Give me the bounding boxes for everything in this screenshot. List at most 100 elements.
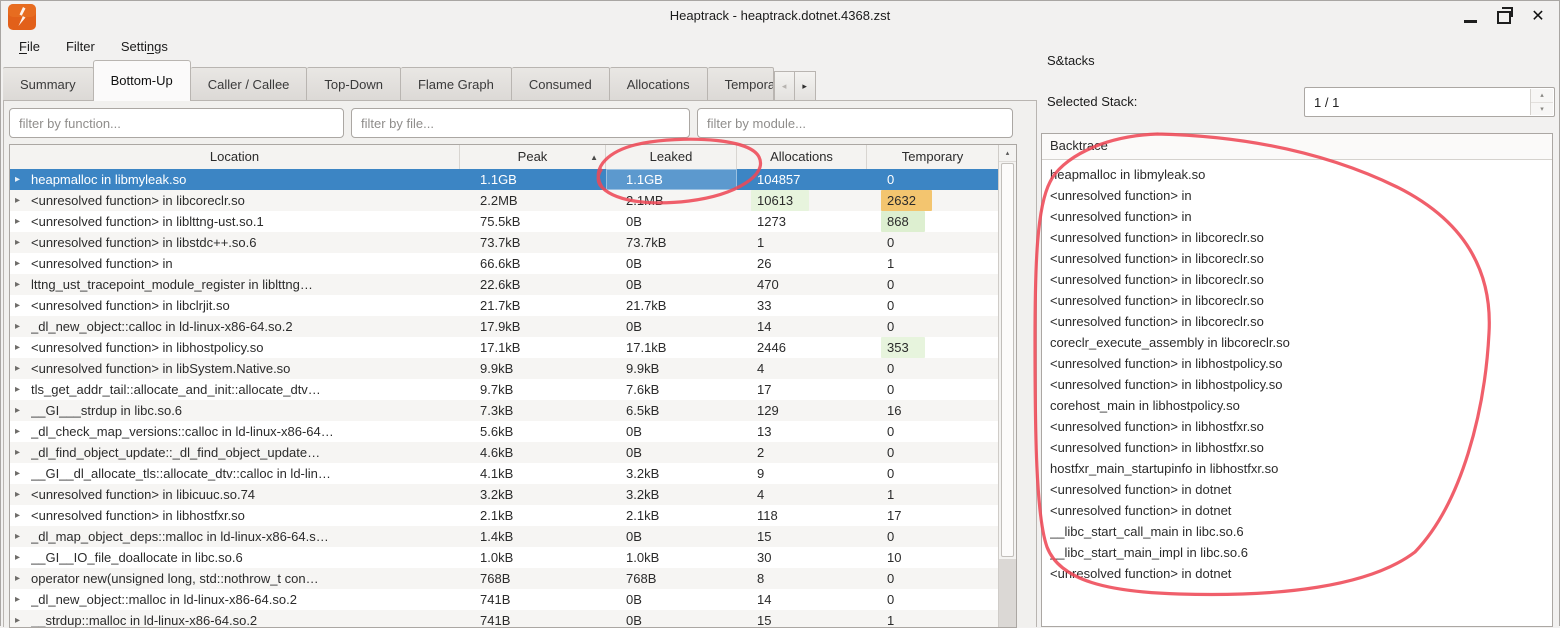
table-row[interactable]: ▸_dl_new_object::calloc in ld-linux-x86-… bbox=[10, 316, 998, 337]
table-row[interactable]: ▸lttng_ust_tracepoint_module_register in… bbox=[10, 274, 998, 295]
expand-arrow-icon[interactable]: ▸ bbox=[15, 253, 24, 274]
menu-item[interactable]: Filter bbox=[56, 37, 105, 56]
tab-scroll-right-button[interactable]: ▸ bbox=[795, 71, 816, 101]
tab-scroll-left-button[interactable]: ◂ bbox=[774, 71, 795, 101]
backtrace-line[interactable]: <unresolved function> in libhostpolicy.s… bbox=[1050, 374, 1552, 395]
backtrace-line[interactable]: <unresolved function> in dotnet bbox=[1050, 563, 1552, 584]
expand-arrow-icon[interactable]: ▸ bbox=[15, 379, 24, 400]
expand-arrow-icon[interactable]: ▸ bbox=[15, 463, 24, 484]
expand-arrow-icon[interactable]: ▸ bbox=[15, 484, 24, 505]
backtrace-line[interactable]: heapmalloc in libmyleak.so bbox=[1050, 164, 1552, 185]
expand-arrow-icon[interactable]: ▸ bbox=[15, 526, 24, 547]
table-row[interactable]: ▸_dl_check_map_versions::calloc in ld-li… bbox=[10, 421, 998, 442]
backtrace-line[interactable]: <unresolved function> in libcoreclr.so bbox=[1050, 311, 1552, 332]
tab[interactable]: Flame Graph bbox=[401, 67, 512, 101]
column-header-location[interactable]: Location bbox=[10, 145, 460, 169]
backtrace-line[interactable]: <unresolved function> in libcoreclr.so bbox=[1050, 290, 1552, 311]
tab[interactable]: Caller / Callee bbox=[191, 67, 308, 101]
column-header-peak[interactable]: Peak▲ bbox=[460, 145, 606, 169]
scroll-up-button[interactable]: ▴ bbox=[999, 145, 1016, 162]
table-row[interactable]: ▸_dl_map_object_deps::malloc in ld-linux… bbox=[10, 526, 998, 547]
table-row[interactable]: ▸<unresolved function> in libcoreclr.so … bbox=[10, 190, 998, 211]
tab[interactable]: Top-Down bbox=[307, 67, 401, 101]
backtrace-line[interactable]: <unresolved function> in dotnet bbox=[1050, 479, 1552, 500]
table-row[interactable]: ▸__GI__dl_allocate_tls::allocate_dtv::ca… bbox=[10, 463, 998, 484]
table-row[interactable]: ▸_dl_new_object::malloc in ld-linux-x86-… bbox=[10, 589, 998, 610]
table-row[interactable]: ▸<unresolved function> in 66.6kB 0B 26 1 bbox=[10, 253, 998, 274]
scrollbar-thumb[interactable] bbox=[1001, 163, 1014, 557]
expand-arrow-icon[interactable]: ▸ bbox=[15, 337, 24, 358]
table-row[interactable]: ▸<unresolved function> in libstdc++.so.6… bbox=[10, 232, 998, 253]
table-vertical-scrollbar[interactable]: ▴ bbox=[998, 145, 1016, 627]
expand-arrow-icon[interactable]: ▸ bbox=[15, 505, 24, 526]
table-row[interactable]: ▸<unresolved function> in libhostfxr.so … bbox=[10, 505, 998, 526]
spin-down-button[interactable]: ▾ bbox=[1531, 103, 1553, 116]
backtrace-line[interactable]: __libc_start_main_impl in libc.so.6 bbox=[1050, 542, 1552, 563]
backtrace-line[interactable]: <unresolved function> in libcoreclr.so bbox=[1050, 248, 1552, 269]
table-row[interactable]: ▸operator new(unsigned long, std::nothro… bbox=[10, 568, 998, 589]
column-header-allocations[interactable]: Allocations bbox=[737, 145, 867, 169]
backtrace-line[interactable]: <unresolved function> in libhostpolicy.s… bbox=[1050, 353, 1552, 374]
table-row[interactable]: ▸__GI__IO_file_doallocate in libc.so.6 1… bbox=[10, 547, 998, 568]
stacks-panel: S&tacks Selected Stack: 1 / 1 ▴ ▾ Backtr… bbox=[1041, 45, 1555, 627]
sort-ascending-icon: ▲ bbox=[590, 146, 598, 169]
expand-arrow-icon[interactable]: ▸ bbox=[15, 316, 24, 337]
menu-item[interactable]: File bbox=[9, 37, 50, 56]
expand-arrow-icon[interactable]: ▸ bbox=[15, 295, 24, 316]
expand-arrow-icon[interactable]: ▸ bbox=[15, 232, 24, 253]
table-row[interactable]: ▸__strdup::malloc in ld-linux-x86-64.so.… bbox=[10, 610, 998, 628]
expand-arrow-icon[interactable]: ▸ bbox=[15, 211, 24, 232]
expand-arrow-icon[interactable]: ▸ bbox=[15, 190, 24, 211]
backtrace-line[interactable]: <unresolved function> in bbox=[1050, 206, 1552, 227]
column-header-temporary[interactable]: Temporary bbox=[867, 145, 998, 169]
backtrace-line[interactable]: <unresolved function> in bbox=[1050, 185, 1552, 206]
backtrace-line[interactable]: coreclr_execute_assembly in libcoreclr.s… bbox=[1050, 332, 1552, 353]
expand-arrow-icon[interactable]: ▸ bbox=[15, 421, 24, 442]
table-row[interactable]: ▸heapmalloc in libmyleak.so 1.1GB 1.1GB … bbox=[10, 169, 998, 190]
close-button[interactable]: ✕ bbox=[1529, 8, 1547, 26]
tab[interactable]: Temporary bbox=[708, 67, 774, 101]
expand-arrow-icon[interactable]: ▸ bbox=[15, 442, 24, 463]
column-header-leaked[interactable]: Leaked bbox=[606, 145, 737, 169]
table-row[interactable]: ▸_dl_find_object_update::_dl_find_object… bbox=[10, 442, 998, 463]
filter-by-file-input[interactable] bbox=[351, 108, 690, 138]
expand-arrow-icon[interactable]: ▸ bbox=[15, 358, 24, 379]
minimize-button[interactable] bbox=[1461, 8, 1479, 26]
table-row[interactable]: ▸<unresolved function> in libhostpolicy.… bbox=[10, 337, 998, 358]
backtrace-line[interactable]: <unresolved function> in libcoreclr.so bbox=[1050, 227, 1552, 248]
expand-arrow-icon[interactable]: ▸ bbox=[15, 547, 24, 568]
expand-arrow-icon[interactable]: ▸ bbox=[15, 610, 24, 628]
table-row[interactable]: ▸<unresolved function> in libSystem.Nati… bbox=[10, 358, 998, 379]
leaked-cell: 6.5kB bbox=[606, 400, 737, 421]
expand-arrow-icon[interactable]: ▸ bbox=[15, 169, 24, 190]
menu-item[interactable]: Settings bbox=[111, 37, 178, 56]
expand-arrow-icon[interactable]: ▸ bbox=[15, 568, 24, 589]
table-row[interactable]: ▸tls_get_addr_tail::allocate_and_init::a… bbox=[10, 379, 998, 400]
tab[interactable]: Allocations bbox=[610, 67, 708, 101]
backtrace-line[interactable]: __libc_start_call_main in libc.so.6 bbox=[1050, 521, 1552, 542]
expand-arrow-icon[interactable]: ▸ bbox=[15, 400, 24, 421]
backtrace-line[interactable]: <unresolved function> in libhostfxr.so bbox=[1050, 437, 1552, 458]
filter-by-module-input[interactable] bbox=[697, 108, 1013, 138]
expand-arrow-icon[interactable]: ▸ bbox=[15, 274, 24, 295]
backtrace-line[interactable]: <unresolved function> in libcoreclr.so bbox=[1050, 269, 1552, 290]
table-row[interactable]: ▸<unresolved function> in libicuuc.so.74… bbox=[10, 484, 998, 505]
spin-up-button[interactable]: ▴ bbox=[1531, 89, 1553, 103]
restore-button[interactable] bbox=[1495, 8, 1513, 26]
expand-arrow-icon[interactable]: ▸ bbox=[15, 589, 24, 610]
table-row[interactable]: ▸__GI___strdup in libc.so.6 7.3kB 6.5kB … bbox=[10, 400, 998, 421]
backtrace-line[interactable]: <unresolved function> in dotnet bbox=[1050, 500, 1552, 521]
temporary-cell: 1 bbox=[867, 610, 998, 628]
tab[interactable]: Bottom-Up bbox=[93, 60, 191, 101]
backtrace-line[interactable]: <unresolved function> in libhostfxr.so bbox=[1050, 416, 1552, 437]
table-row[interactable]: ▸<unresolved function> in libclrjit.so 2… bbox=[10, 295, 998, 316]
peak-cell: 21.7kB bbox=[460, 295, 606, 316]
filter-by-function-input[interactable] bbox=[9, 108, 344, 138]
table-row[interactable]: ▸<unresolved function> in liblttng-ust.s… bbox=[10, 211, 998, 232]
allocations-cell: 1 bbox=[737, 232, 867, 253]
backtrace-line[interactable]: hostfxr_main_startupinfo in libhostfxr.s… bbox=[1050, 458, 1552, 479]
selected-stack-spinbox[interactable]: 1 / 1 ▴ ▾ bbox=[1304, 87, 1555, 117]
tab[interactable]: Consumed bbox=[512, 67, 610, 101]
backtrace-line[interactable]: corehost_main in libhostpolicy.so bbox=[1050, 395, 1552, 416]
tab[interactable]: Summary bbox=[3, 67, 94, 101]
